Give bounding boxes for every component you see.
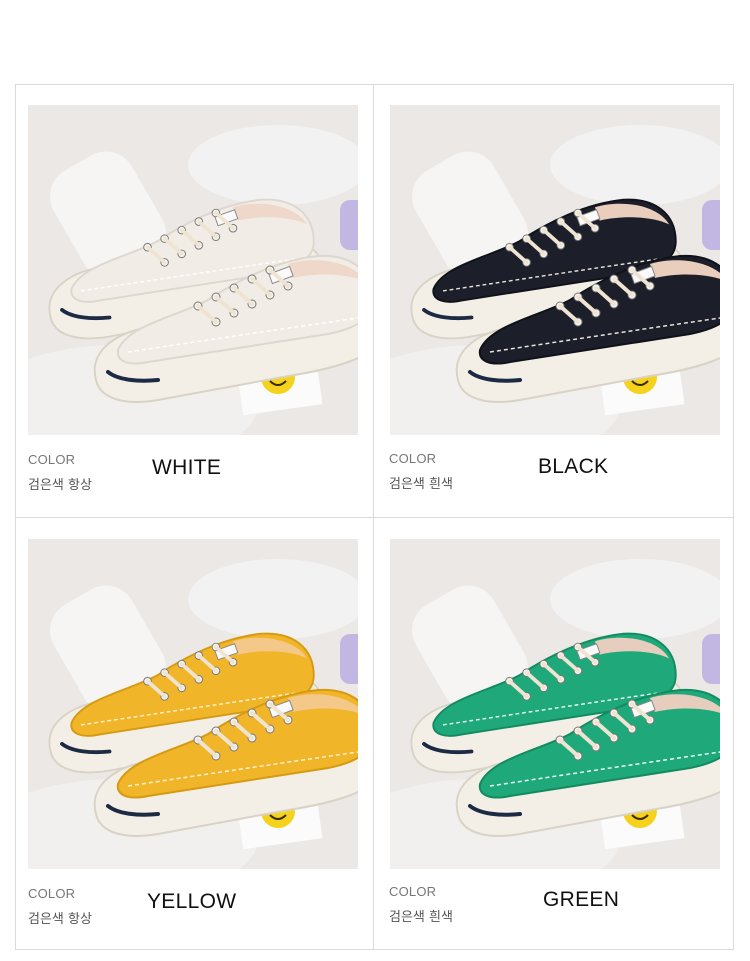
color-label: COLOR [389,884,437,899]
color-name: BLACK [538,455,609,478]
color-option-card-white[interactable]: COLOR 검은색 항상 WHITE [15,84,373,516]
product-photo-black [390,105,720,435]
lavender-object [340,200,358,250]
color-subtitle: 검은색 흰색 [389,910,453,925]
color-option-card-green[interactable]: COLOR 검은색 흰색 GREEN [375,518,733,950]
color-label: COLOR [389,451,437,466]
product-photo-yellow [28,539,358,869]
color-option-card-black[interactable]: COLOR 검은색 흰색 BLACK [375,84,733,516]
color-name: YELLOW [147,890,237,913]
product-photo-white [28,105,358,435]
lavender-object [702,200,720,250]
lavender-object [340,634,358,684]
color-subtitle: 검은색 항상 [28,478,92,493]
color-option-card-yellow[interactable]: COLOR 검은색 항상 YELLOW [15,518,373,950]
product-photo-green [390,539,720,869]
color-label: COLOR [28,452,76,467]
color-name: WHITE [152,456,222,479]
color-subtitle: 검은색 흰색 [389,477,453,492]
lavender-object [702,634,720,684]
color-name: GREEN [543,888,620,911]
color-subtitle: 검은색 항상 [28,912,92,927]
color-label: COLOR [28,886,76,901]
